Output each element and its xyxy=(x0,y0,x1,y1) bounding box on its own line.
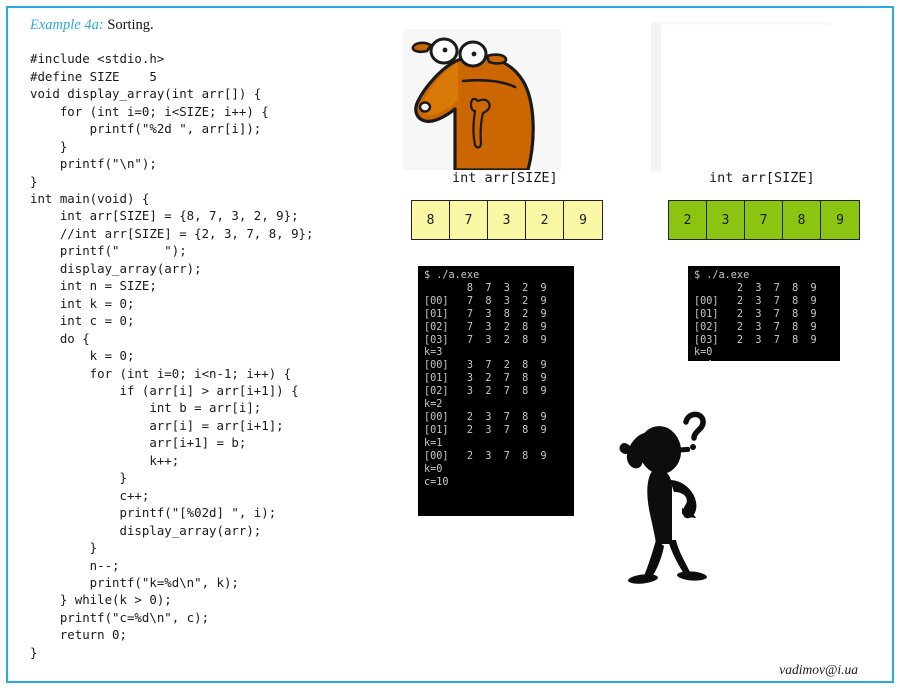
slide-border-right xyxy=(892,6,894,683)
author-email: vadimov@i.ua xyxy=(779,662,858,677)
array-caption-unsorted: int arr[SIZE] xyxy=(452,170,558,186)
blank-image-placeholder xyxy=(651,22,830,172)
array-cell: 8 xyxy=(412,201,450,239)
slide-border-left xyxy=(6,6,8,683)
array-sorted: 2 3 7 8 9 xyxy=(668,200,860,240)
cartoon-dog-image xyxy=(403,29,561,170)
array-cell: 3 xyxy=(488,201,526,239)
array-cell: 9 xyxy=(564,201,602,239)
array-cell: 2 xyxy=(669,201,707,239)
slide-title: Example 4a: Sorting. xyxy=(30,17,154,34)
array-cell: 7 xyxy=(450,201,488,239)
array-cell: 2 xyxy=(526,201,564,239)
array-caption-sorted: int arr[SIZE] xyxy=(709,170,815,186)
array-cell: 8 xyxy=(783,201,821,239)
slide-title-subject: Sorting. xyxy=(103,17,154,33)
array-cell: 9 xyxy=(821,201,859,239)
slide-canvas: Example 4a: Sorting. #include <stdio.h> … xyxy=(0,0,900,700)
slide-border-bottom xyxy=(6,681,894,683)
array-cell: 3 xyxy=(707,201,745,239)
slide-title-prefix: Example 4a: xyxy=(30,17,104,33)
terminal-output-unsorted: $ ./a.exe 8 7 3 2 9 [00] 7 8 3 2 9 [01] … xyxy=(418,266,574,516)
terminal-output-sorted: $ ./a.exe 2 3 7 8 9 [00] 2 3 7 8 9 [01] … xyxy=(688,266,840,361)
slide-border-top xyxy=(6,6,894,8)
thinking-stickman-image xyxy=(610,404,730,585)
array-unsorted: 8 7 3 2 9 xyxy=(411,200,603,240)
source-code-block: #include <stdio.h> #define SIZE 5 void d… xyxy=(30,51,314,660)
array-cell: 7 xyxy=(745,201,783,239)
